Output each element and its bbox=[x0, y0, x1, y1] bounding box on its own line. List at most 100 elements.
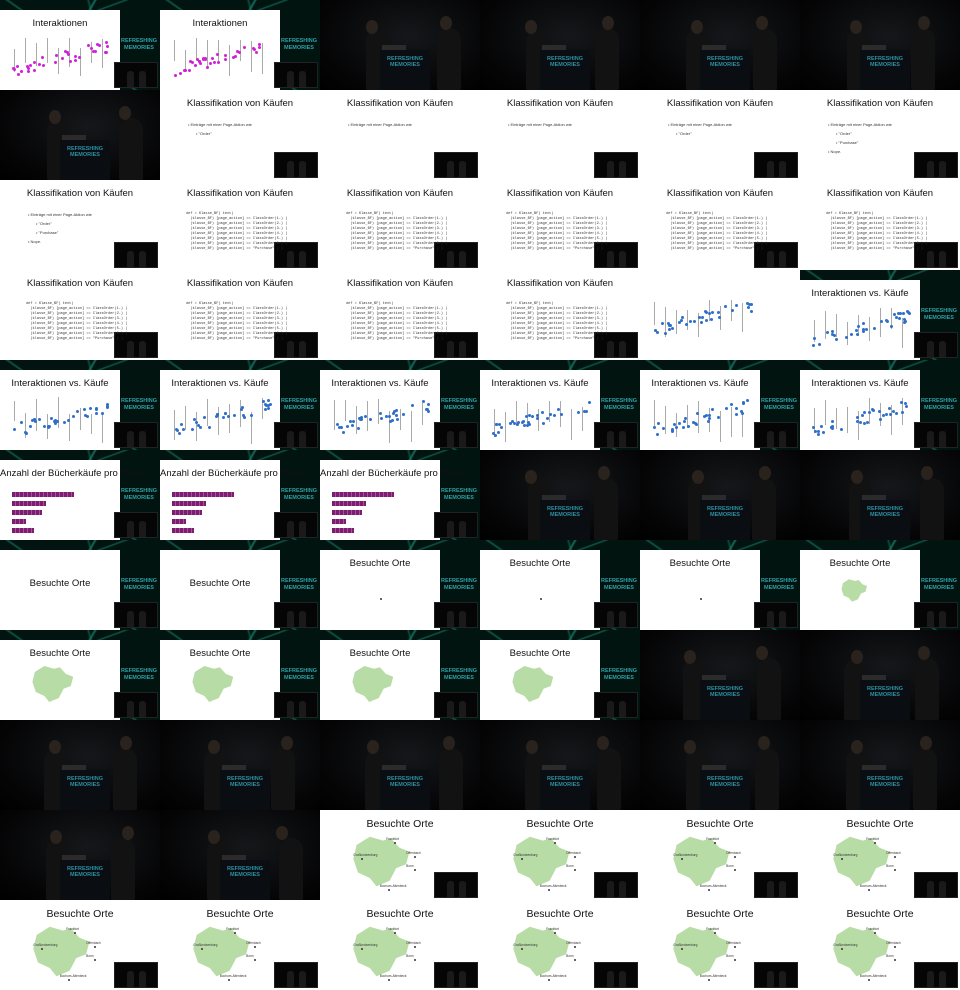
video-thumbnail[interactable]: REFRESHING MEMORIES bbox=[0, 810, 160, 900]
video-thumbnail[interactable]: Klassifikation von Käufen • Einträge mit … bbox=[0, 180, 160, 270]
video-thumbnail[interactable]: Klassifikation von Käufen • Einträge mit … bbox=[320, 90, 480, 180]
camera-person-1 bbox=[927, 611, 934, 627]
video-thumbnail[interactable]: REFRESHING MEMORIES bbox=[480, 0, 640, 90]
camera-person-2 bbox=[299, 701, 306, 717]
video-thumbnail[interactable]: Interaktionen vs. Käufe REFRESHING MEMORI… bbox=[800, 360, 960, 450]
map-label: Frankfurt bbox=[66, 926, 80, 931]
video-thumbnail[interactable]: REFRESHING MEMORIES bbox=[0, 90, 160, 180]
video-thumbnail[interactable]: Besuchte Orte REFRESHING MEMORIES bbox=[480, 540, 640, 630]
video-thumbnail[interactable]: Klassifikation von Käufen def = Klasse_BF… bbox=[480, 180, 640, 270]
map-label: Bonn bbox=[886, 864, 894, 869]
video-thumbnail[interactable]: REFRESHING MEMORIES bbox=[320, 720, 480, 810]
video-thumbnail[interactable]: Besuchte Orte Großkrotzenburg Frankfurt Off… bbox=[800, 810, 960, 900]
speaker-left-head bbox=[524, 20, 537, 34]
video-thumbnail[interactable]: Besuchte Orte Großkrotzenburg Frankfurt Off… bbox=[480, 900, 640, 990]
video-thumbnail[interactable]: REFRESHING MEMORIES bbox=[640, 720, 800, 810]
slide-title: Interaktionen vs. Käufe bbox=[811, 288, 909, 299]
video-thumbnail[interactable]: Besuchte Orte REFRESHING MEMORIES bbox=[160, 540, 320, 630]
video-thumbnail[interactable]: Besuchte Orte REFRESHING MEMORIES bbox=[0, 630, 160, 720]
video-thumbnail[interactable] bbox=[640, 270, 800, 360]
video-thumbnail[interactable]: Besuchte Orte Großkrotzenburg Frankfurt Off… bbox=[320, 900, 480, 990]
chart-gridline bbox=[207, 39, 208, 68]
video-thumbnail[interactable]: Besuchte Orte Großkrotzenburg Frankfurt Off… bbox=[640, 900, 800, 990]
chart-gridline bbox=[36, 399, 37, 431]
video-thumbnail[interactable]: Besuchte Orte Großkrotzenburg Frankfurt Off… bbox=[0, 900, 160, 990]
video-thumbnail[interactable]: Besuchte Orte Großkrotzenburg Frankfurt Off… bbox=[480, 810, 640, 900]
chart-gridline bbox=[742, 411, 743, 438]
video-thumbnail[interactable]: Besuchte Orte Großkrotzenburg Frankfurt Off… bbox=[800, 900, 960, 990]
video-thumbnail[interactable]: REFRESHING MEMORIES bbox=[800, 450, 960, 540]
video-thumbnail[interactable]: Besuchte Orte REFRESHING MEMORIES bbox=[480, 630, 640, 720]
chart-point bbox=[890, 324, 894, 328]
video-thumbnail[interactable]: Klassifikation von Käufen def = Klasse_BF… bbox=[160, 270, 320, 360]
video-thumbnail[interactable]: Anzahl der Bücherkäufe pro Monat REFRESHI… bbox=[160, 450, 320, 540]
video-thumbnail[interactable]: Klassifikation von Käufen • Einträge mit … bbox=[800, 90, 960, 180]
video-thumbnail[interactable]: Anzahl der Bücherkäufe pro Monat REFRESHI… bbox=[320, 450, 480, 540]
video-thumbnail[interactable]: REFRESHING MEMORIES bbox=[0, 720, 160, 810]
video-thumbnail[interactable]: Klassifikation von Käufen def = Klasse_BF… bbox=[0, 270, 160, 360]
chart-bar bbox=[172, 519, 186, 524]
video-thumbnail[interactable]: REFRESHING MEMORIES bbox=[640, 0, 800, 90]
video-thumbnail[interactable]: Interaktionen REFRESHING MEMORIES bbox=[160, 0, 320, 90]
podium-logo-text: REFRESHING MEMORIES bbox=[866, 56, 904, 68]
code-block: def = Klasse_BF( text) (klasse_BF) [page… bbox=[666, 212, 768, 251]
video-thumbnail[interactable]: REFRESHING MEMORIES bbox=[480, 450, 640, 540]
video-thumbnail[interactable]: REFRESHING MEMORIES bbox=[800, 720, 960, 810]
chart-point bbox=[817, 433, 821, 437]
chart-point bbox=[867, 410, 871, 414]
chart-gridline bbox=[229, 403, 230, 433]
video-thumbnail[interactable]: Klassifikation von Käufen def = Klasse_BF… bbox=[160, 180, 320, 270]
video-thumbnail[interactable]: REFRESHING MEMORIES bbox=[160, 720, 320, 810]
video-thumbnail[interactable]: Besuchte Orte Großkrotzenburg Frankfurt Off… bbox=[160, 900, 320, 990]
video-thumbnail[interactable]: REFRESHING MEMORIES bbox=[160, 810, 320, 900]
video-thumbnail[interactable]: Besuchte Orte REFRESHING MEMORIES bbox=[800, 540, 960, 630]
video-thumbnail[interactable]: Besuchte Orte Großkrotzenburg Frankfurt Off… bbox=[320, 810, 480, 900]
video-thumbnail[interactable]: Besuchte Orte REFRESHING MEMORIES bbox=[0, 540, 160, 630]
chart-point bbox=[255, 50, 259, 54]
video-thumbnail[interactable]: Besuchte Orte REFRESHING MEMORIES bbox=[160, 630, 320, 720]
video-thumbnail[interactable]: REFRESHING MEMORIES bbox=[320, 0, 480, 90]
camera-person-2 bbox=[619, 701, 626, 717]
presentation-slide: Klassifikation von Käufen def = Klasse_BF… bbox=[160, 270, 320, 360]
video-thumbnail[interactable]: Besuchte Orte REFRESHING MEMORIES bbox=[320, 630, 480, 720]
camera-person-2 bbox=[939, 971, 946, 987]
video-thumbnail[interactable]: Anzahl der Bücherkäufe pro Monat REFRESHI… bbox=[0, 450, 160, 540]
presentation-slide bbox=[640, 270, 800, 360]
camera-person-2 bbox=[459, 161, 466, 177]
video-thumbnail[interactable]: Interaktionen vs. Käufe REFRESHING MEMORI… bbox=[640, 360, 800, 450]
video-thumbnail[interactable]: Interaktionen vs. Käufe REFRESHING MEMORI… bbox=[480, 360, 640, 450]
video-thumbnail[interactable]: Interaktionen REFRESHING MEMORIES bbox=[0, 0, 160, 90]
video-thumbnail[interactable]: Klassifikation von Käufen • Einträge mit … bbox=[480, 90, 640, 180]
chart-point bbox=[540, 411, 544, 415]
video-thumbnail[interactable]: REFRESHING MEMORIES bbox=[480, 720, 640, 810]
video-thumbnail[interactable]: Klassifikation von Käufen def = Klasse_BF… bbox=[800, 180, 960, 270]
slide-title: Klassifikation von Käufen bbox=[346, 98, 454, 109]
chart-point bbox=[671, 428, 674, 432]
camera-person-1 bbox=[927, 341, 934, 357]
video-thumbnail[interactable]: Klassifikation von Käufen def = Klasse_BF… bbox=[640, 180, 800, 270]
chart-gridline bbox=[654, 399, 655, 426]
video-thumbnail[interactable]: REFRESHING MEMORIES bbox=[800, 630, 960, 720]
slide-title: Interaktionen bbox=[32, 18, 88, 29]
video-thumbnail[interactable]: Interaktionen vs. Käufe REFRESHING MEMORI… bbox=[800, 270, 960, 360]
video-thumbnail[interactable]: Interaktionen vs. Käufe REFRESHING MEMORI… bbox=[0, 360, 160, 450]
video-thumbnail[interactable]: REFRESHING MEMORIES bbox=[640, 630, 800, 720]
presentation-slide: Klassifikation von Käufen • Einträge mit … bbox=[320, 90, 480, 180]
video-thumbnail[interactable]: Klassifikation von Käufen def = Klasse_BF… bbox=[320, 180, 480, 270]
video-thumbnail[interactable]: Klassifikation von Käufen def = Klasse_BF… bbox=[320, 270, 480, 360]
slide-title: Besuchte Orte bbox=[46, 908, 114, 920]
video-thumbnail[interactable]: Klassifikation von Käufen • Einträge mit … bbox=[640, 90, 800, 180]
video-thumbnail[interactable]: REFRESHING MEMORIES bbox=[640, 450, 800, 540]
video-thumbnail[interactable]: Klassifikation von Käufen def = Klasse_BF… bbox=[480, 270, 640, 360]
video-thumbnail[interactable]: Klassifikation von Käufen • Einträge mit … bbox=[160, 90, 320, 180]
chart-point bbox=[32, 68, 36, 72]
video-thumbnail[interactable]: Interaktionen vs. Käufe REFRESHING MEMORI… bbox=[160, 360, 320, 450]
chart-point bbox=[421, 400, 425, 404]
chart-point bbox=[491, 431, 495, 435]
video-thumbnail[interactable]: Interaktionen vs. Käufe REFRESHING MEMORI… bbox=[320, 360, 480, 450]
video-thumbnail[interactable]: Besuchte Orte REFRESHING MEMORIES bbox=[320, 540, 480, 630]
video-thumbnail[interactable]: REFRESHING MEMORIES bbox=[800, 0, 960, 90]
video-thumbnail[interactable]: Besuchte Orte REFRESHING MEMORIES bbox=[640, 540, 800, 630]
video-thumbnail[interactable]: Besuchte Orte Großkrotzenburg Frankfurt Off… bbox=[640, 810, 800, 900]
podium-logo-text: REFRESHING MEMORIES bbox=[706, 686, 744, 698]
